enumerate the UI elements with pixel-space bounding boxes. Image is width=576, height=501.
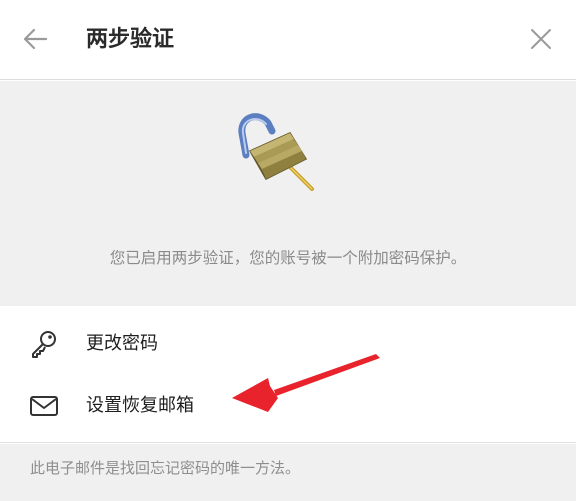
footer-note: 此电子邮件是找回忘记密码的唯一方法。 — [0, 444, 576, 501]
status-hero: 您已启用两步验证，您的账号被一个附加密码保护。 — [0, 81, 576, 306]
change-password-item[interactable]: 更改密码 — [0, 314, 576, 372]
set-recovery-email-item[interactable]: 设置恢复邮箱 — [0, 376, 576, 434]
two-step-status-message: 您已启用两步验证，您的账号被一个附加密码保护。 — [109, 249, 467, 267]
unlocked-padlock-icon — [238, 113, 314, 191]
mail-icon — [28, 390, 60, 422]
recovery-email-note: 此电子邮件是找回忘记密码的唯一方法。 — [30, 459, 301, 477]
close-button[interactable] — [520, 18, 562, 60]
key-icon — [28, 328, 60, 360]
page-title: 两步验证 — [86, 27, 175, 52]
options-menu: 更改密码 设置恢复邮箱 — [0, 306, 576, 443]
back-button[interactable] — [14, 18, 56, 60]
set-recovery-email-label: 设置恢复邮箱 — [86, 395, 194, 416]
arrow-left-icon — [23, 28, 48, 50]
close-icon — [531, 29, 551, 49]
change-password-label: 更改密码 — [86, 333, 158, 354]
header-bar: 两步验证 — [0, 0, 576, 80]
